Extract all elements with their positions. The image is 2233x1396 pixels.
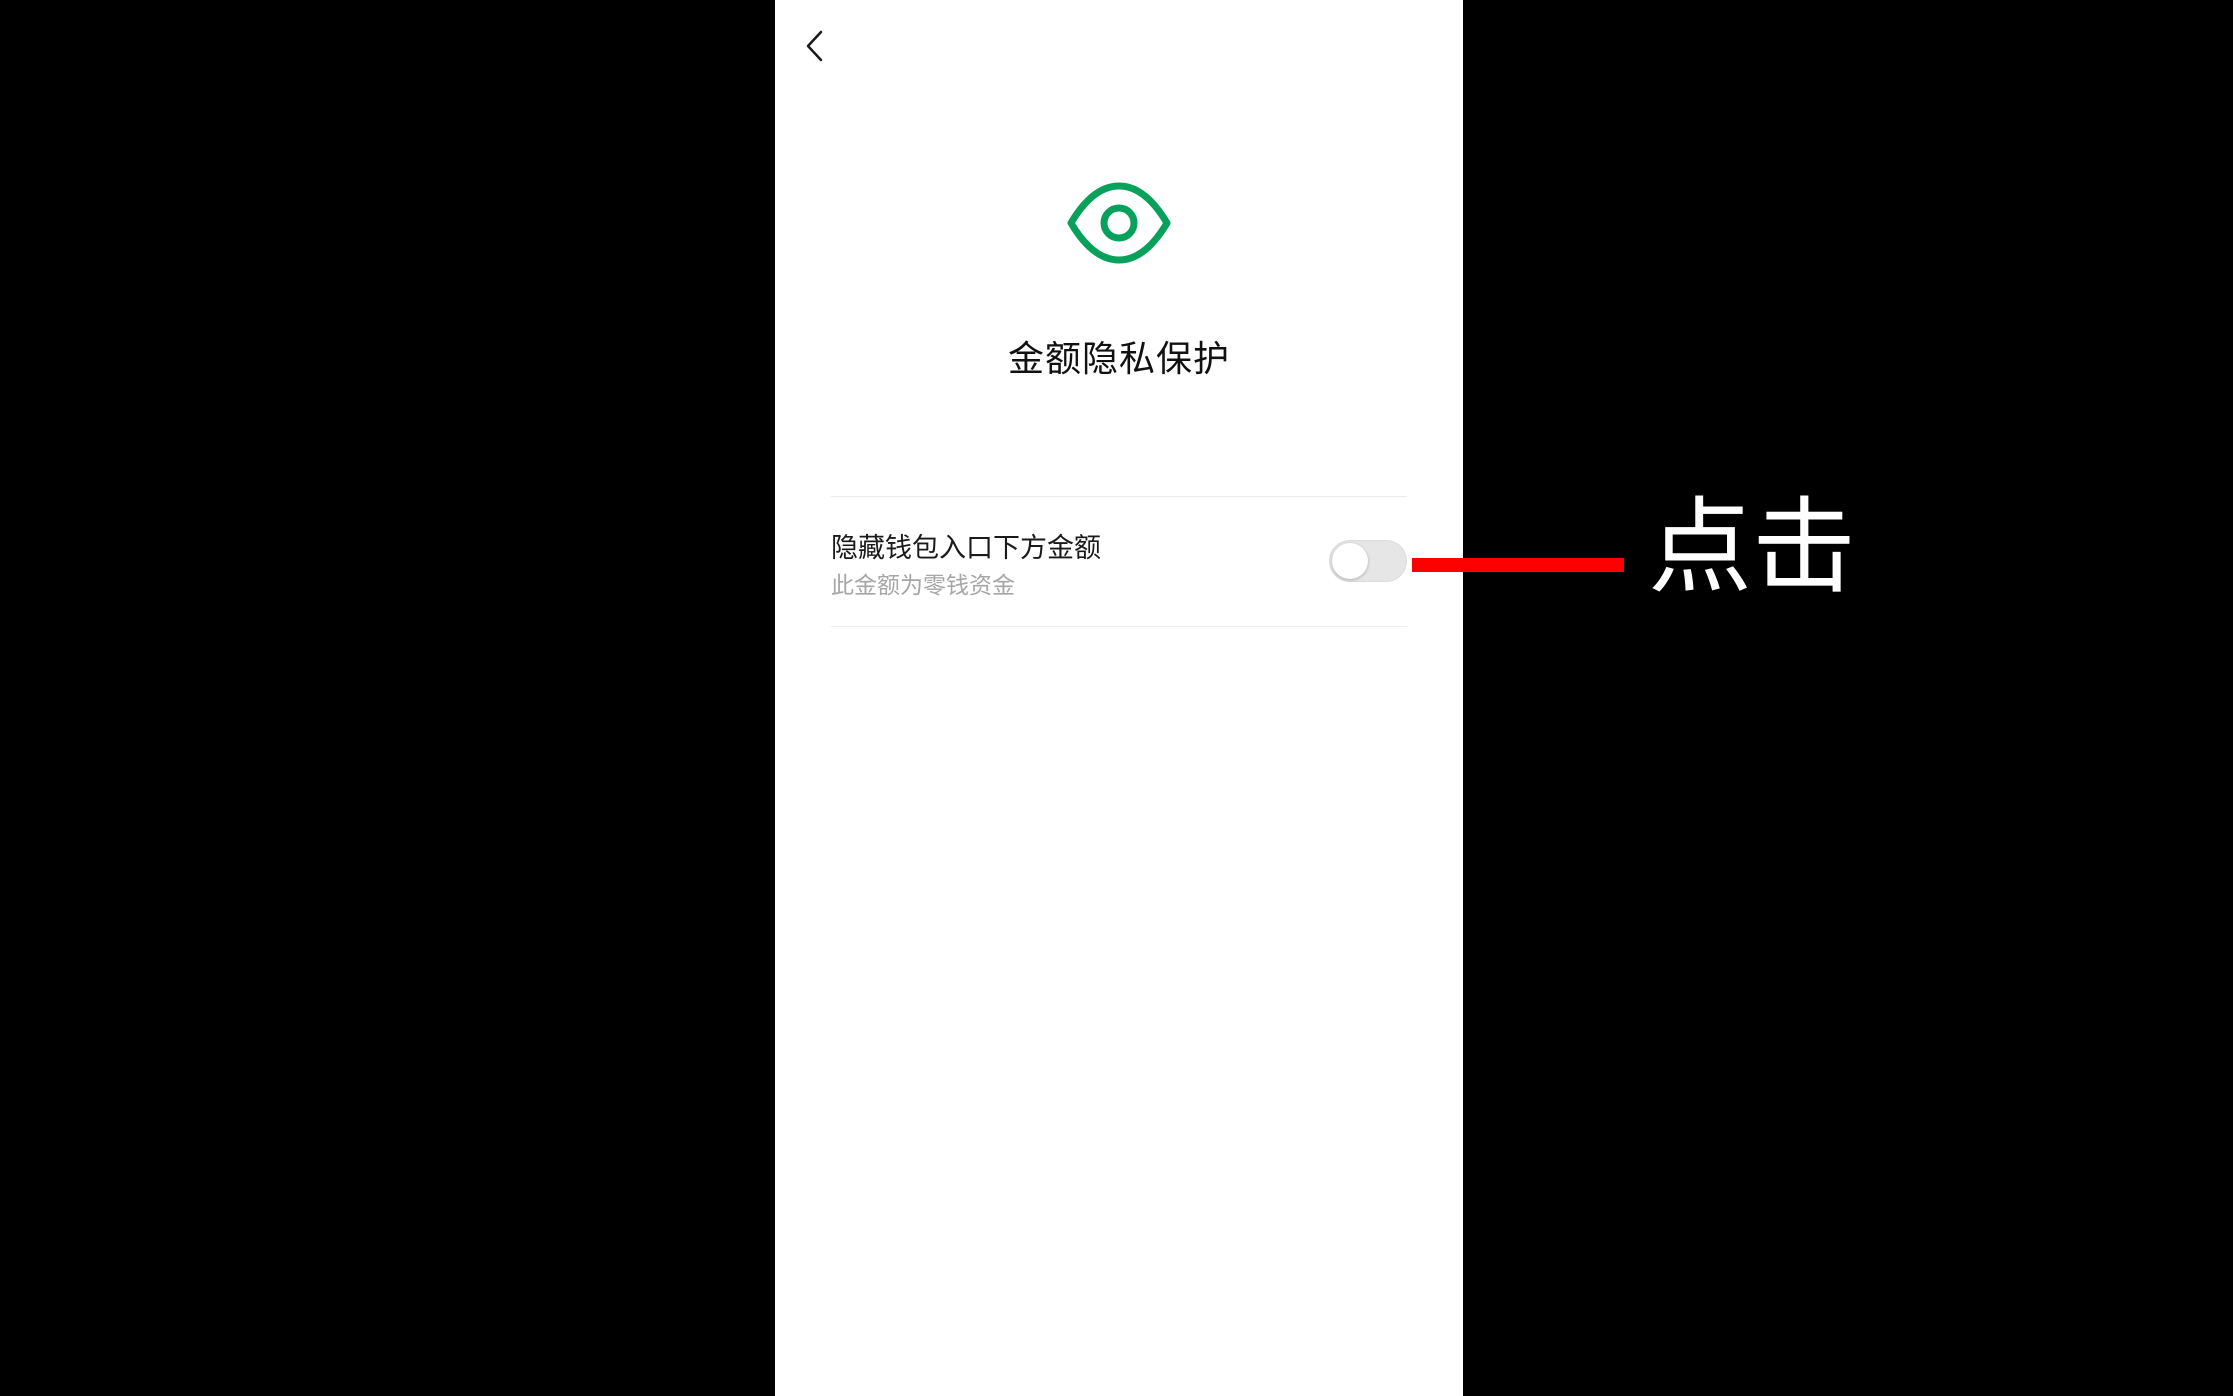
- screenshot-stage: 金额隐私保护 隐藏钱包入口下方金额 此金额为零钱资金 点击: [0, 0, 2233, 1396]
- eye-icon: [1067, 182, 1171, 264]
- hide-amount-toggle[interactable]: [1329, 540, 1407, 582]
- annotation-pointer-line: [1412, 558, 1624, 572]
- setting-description: 此金额为零钱资金: [831, 573, 1015, 599]
- phone-screen: 金额隐私保护 隐藏钱包入口下方金额 此金额为零钱资金: [775, 0, 1463, 1396]
- divider-bottom: [831, 626, 1407, 627]
- page-title: 金额隐私保护: [1007, 339, 1230, 380]
- hide-amount-setting-row: 隐藏钱包入口下方金额 此金额为零钱资金: [831, 496, 1407, 626]
- back-button[interactable]: [795, 24, 835, 68]
- annotation-text: 点击: [1648, 486, 1857, 608]
- toggle-knob: [1332, 543, 1368, 579]
- chevron-left-icon: [806, 30, 823, 62]
- setting-label: 隐藏钱包入口下方金额: [831, 533, 1101, 564]
